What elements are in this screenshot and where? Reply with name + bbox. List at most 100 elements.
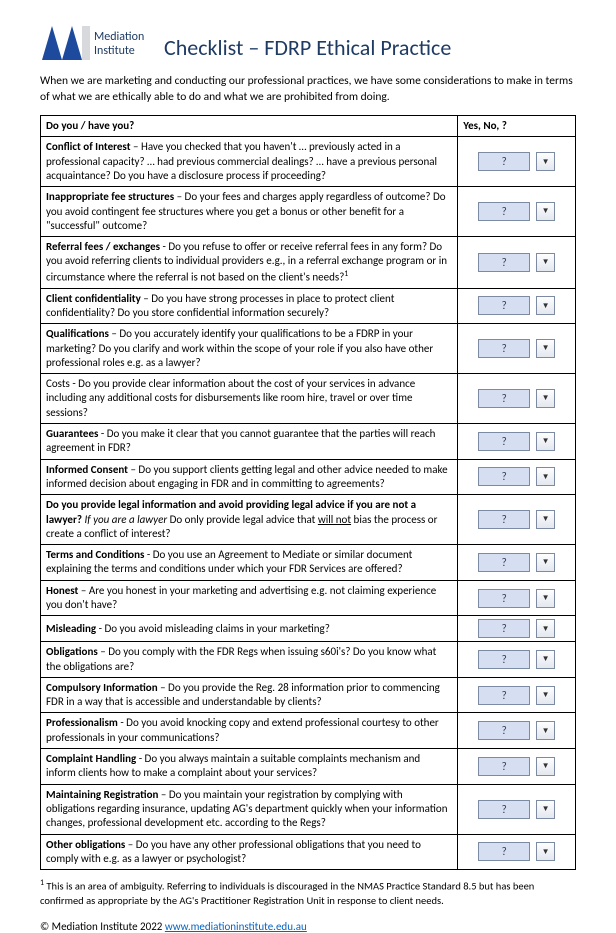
answer-select[interactable]: ?▼ xyxy=(463,721,570,740)
logo-text-1: Mediation xyxy=(94,30,144,44)
answer-select[interactable]: ?▼ xyxy=(463,432,570,451)
chevron-down-icon[interactable]: ▼ xyxy=(536,757,555,776)
answer-select[interactable]: ?▼ xyxy=(463,389,570,408)
chevron-down-icon[interactable]: ▼ xyxy=(536,619,555,638)
answer-cell: ?▼ xyxy=(458,187,576,237)
question-cell: Guarantees - Do you make it clear that y… xyxy=(41,424,458,460)
table-row: Misleading - Do you avoid misleading cla… xyxy=(41,616,576,642)
answer-select[interactable]: ?▼ xyxy=(463,152,570,171)
question-cell: Inappropriate fee structures – Do your f… xyxy=(41,187,458,237)
answer-value: ? xyxy=(478,589,530,608)
answer-value: ? xyxy=(478,467,530,486)
question-rest: – Do you comply with the FDR Regs when i… xyxy=(46,645,436,672)
table-row: Other obligations – Do you have any othe… xyxy=(41,834,576,870)
answer-select[interactable]: ?▼ xyxy=(463,589,570,608)
chevron-down-icon[interactable]: ▼ xyxy=(536,721,555,740)
footnote: 1 This is an area of ambiguity. Referrin… xyxy=(40,878,576,908)
chevron-down-icon[interactable]: ▼ xyxy=(536,389,555,408)
table-row: Maintaining Registration – Do you mainta… xyxy=(41,784,576,834)
chevron-down-icon[interactable]: ▼ xyxy=(536,842,555,861)
answer-cell: ?▼ xyxy=(458,237,576,289)
question-rest: Costs - Do you provide clear information… xyxy=(46,377,415,419)
answer-select[interactable]: ?▼ xyxy=(463,800,570,819)
question-cell: Terms and Conditions - Do you use an Agr… xyxy=(41,545,458,581)
col-header-question: Do you / have you? xyxy=(41,116,458,137)
answer-cell: ?▼ xyxy=(458,616,576,642)
question-cell: Qualifications – Do you accurately ident… xyxy=(41,324,458,374)
answer-select[interactable]: ?▼ xyxy=(463,467,570,486)
question-cell: Complaint Handling - Do you always maint… xyxy=(41,749,458,785)
table-row: Obligations – Do you comply with the FDR… xyxy=(41,642,576,678)
answer-select[interactable]: ?▼ xyxy=(463,202,570,221)
chevron-down-icon[interactable]: ▼ xyxy=(536,432,555,451)
chevron-down-icon[interactable]: ▼ xyxy=(536,253,555,272)
question-lead: Honest xyxy=(46,584,78,597)
answer-value: ? xyxy=(478,296,530,315)
answer-select[interactable]: ?▼ xyxy=(463,686,570,705)
question-lead: Referral fees / exchanges xyxy=(46,240,160,253)
question-lead: Conflict of Interest xyxy=(46,140,131,153)
answer-value: ? xyxy=(478,202,530,221)
table-row: Inappropriate fee structures – Do your f… xyxy=(41,187,576,237)
answer-select[interactable]: ?▼ xyxy=(463,842,570,861)
question-cell: Compulsory Information – Do you provide … xyxy=(41,677,458,713)
chevron-down-icon[interactable]: ▼ xyxy=(536,339,555,358)
chevron-down-icon[interactable]: ▼ xyxy=(536,800,555,819)
question-lead: Qualifications xyxy=(46,327,109,340)
question-cell: Honest – Are you honest in your marketin… xyxy=(41,580,458,616)
answer-cell: ?▼ xyxy=(458,834,576,870)
copyright: © Mediation Institute 2022 www.mediation… xyxy=(40,920,576,933)
chevron-down-icon[interactable]: ▼ xyxy=(536,650,555,669)
question-rest: - Do you avoid misleading claims in your… xyxy=(96,622,330,635)
answer-value: ? xyxy=(478,800,530,819)
answer-cell: ?▼ xyxy=(458,642,576,678)
answer-cell: ?▼ xyxy=(458,784,576,834)
answer-select[interactable]: ?▼ xyxy=(463,553,570,572)
table-row: Client confidentiality – Do you have str… xyxy=(41,288,576,324)
answer-value: ? xyxy=(478,650,530,669)
answer-cell: ?▼ xyxy=(458,459,576,495)
question-italic: If you are a lawyer xyxy=(84,513,167,526)
chevron-down-icon[interactable]: ▼ xyxy=(536,553,555,572)
answer-value: ? xyxy=(478,389,530,408)
chevron-down-icon[interactable]: ▼ xyxy=(536,467,555,486)
question-rest: - Do you make it clear that you cannot g… xyxy=(46,427,435,454)
header: Mediation Institute Checklist – FDRP Eth… xyxy=(40,20,576,68)
question-lead: Terms and Conditions xyxy=(46,548,144,561)
question-cell: Obligations – Do you comply with the FDR… xyxy=(41,642,458,678)
answer-select[interactable]: ?▼ xyxy=(463,650,570,669)
table-row: Referral fees / exchanges - Do you refus… xyxy=(41,237,576,289)
answer-value: ? xyxy=(478,510,530,529)
chevron-down-icon[interactable]: ▼ xyxy=(536,589,555,608)
question-lead: Complaint Handling xyxy=(46,752,136,765)
website-link[interactable]: www.mediationinstitute.edu.au xyxy=(165,920,307,933)
checklist-table: Do you / have you? Yes, No, ? Conflict o… xyxy=(40,115,576,870)
answer-value: ? xyxy=(478,253,530,272)
question-supref: 1 xyxy=(344,269,348,279)
question-cell: Informed Consent – Do you support client… xyxy=(41,459,458,495)
answer-value: ? xyxy=(478,842,530,861)
table-row: Costs - Do you provide clear information… xyxy=(41,374,576,424)
answer-select[interactable]: ?▼ xyxy=(463,619,570,638)
table-row: Informed Consent – Do you support client… xyxy=(41,459,576,495)
table-row: Guarantees - Do you make it clear that y… xyxy=(41,424,576,460)
table-row: Terms and Conditions - Do you use an Agr… xyxy=(41,545,576,581)
copyright-text: © Mediation Institute 2022 xyxy=(40,920,165,933)
question-lead: Professionalism xyxy=(46,716,118,729)
chevron-down-icon[interactable]: ▼ xyxy=(536,202,555,221)
answer-cell: ?▼ xyxy=(458,495,576,545)
chevron-down-icon[interactable]: ▼ xyxy=(536,510,555,529)
chevron-down-icon[interactable]: ▼ xyxy=(536,686,555,705)
chevron-down-icon[interactable]: ▼ xyxy=(536,152,555,171)
table-row: Do you provide legal information and avo… xyxy=(41,495,576,545)
answer-select[interactable]: ?▼ xyxy=(463,253,570,272)
answer-select[interactable]: ?▼ xyxy=(463,296,570,315)
chevron-down-icon[interactable]: ▼ xyxy=(536,296,555,315)
answer-select[interactable]: ?▼ xyxy=(463,757,570,776)
question-cell: Do you provide legal information and avo… xyxy=(41,495,458,545)
answer-select[interactable]: ?▼ xyxy=(463,339,570,358)
question-lead: Guarantees xyxy=(46,427,98,440)
question-cell: Maintaining Registration – Do you mainta… xyxy=(41,784,458,834)
question-lead: Misleading xyxy=(46,622,96,635)
answer-select[interactable]: ?▼ xyxy=(463,510,570,529)
